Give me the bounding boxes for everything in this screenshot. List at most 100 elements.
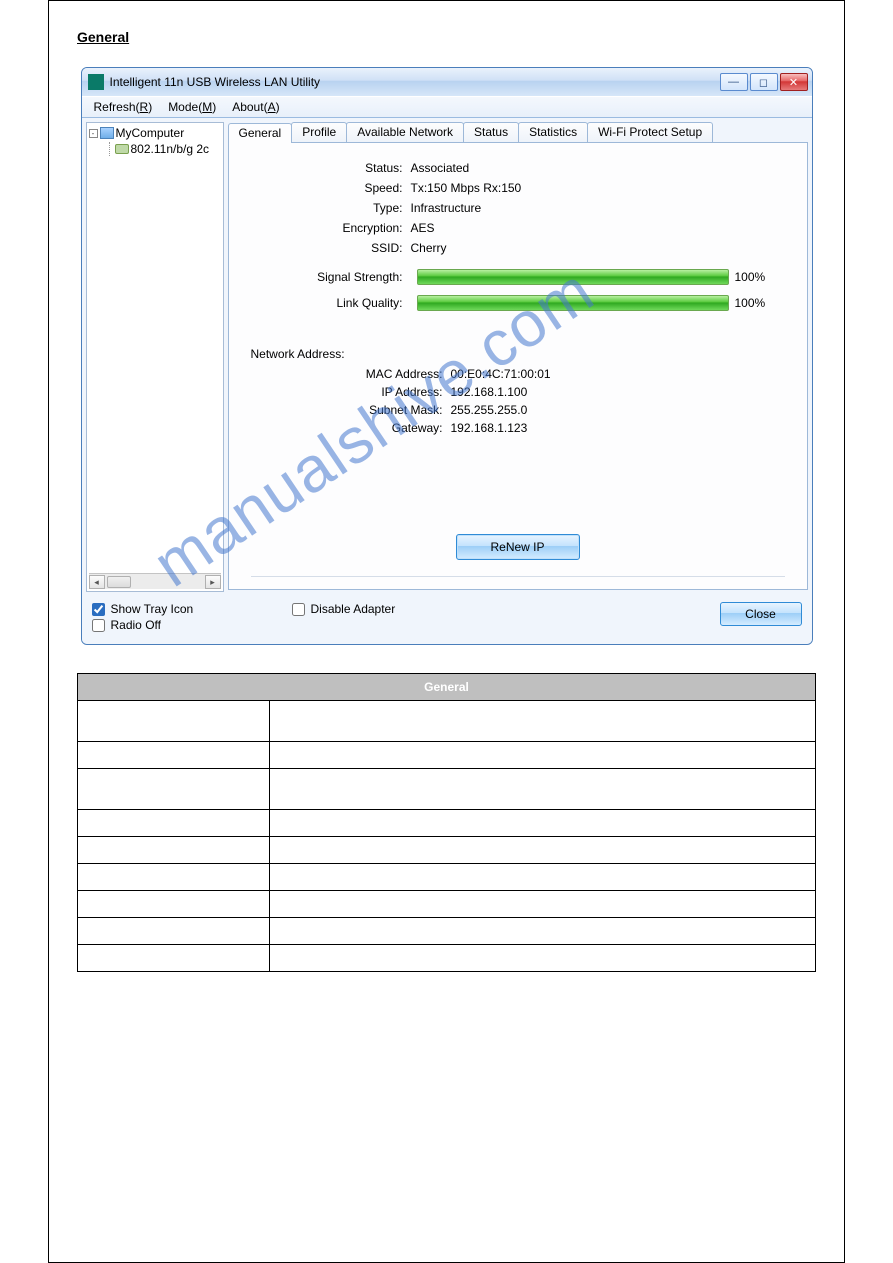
type-value: Infrastructure xyxy=(411,201,785,215)
show-tray-checkbox[interactable]: Show Tray Icon xyxy=(92,602,292,616)
tree-pane: - MyComputer 802.11n/b/g 2c ◂ ▸ xyxy=(86,122,224,592)
menu-about-hot: A xyxy=(268,100,276,114)
table-row: SSIDShows the SSID (network name) of the… xyxy=(78,837,816,864)
table-cell-value: Shows the link quality of the wireless c… xyxy=(269,891,815,918)
renew-ip-button[interactable]: ReNew IP xyxy=(456,534,580,560)
radio-off-input[interactable] xyxy=(92,619,105,632)
type-label: Type: xyxy=(251,201,411,215)
tab-statistics[interactable]: Statistics xyxy=(518,122,588,142)
ssid-value: Cherry xyxy=(411,241,785,255)
maximize-button[interactable]: ◻ xyxy=(750,73,778,91)
table-cell-key: Status xyxy=(78,701,270,742)
table-row: EncryptionShows the encryption type curr… xyxy=(78,810,816,837)
app-icon xyxy=(88,74,104,90)
scroll-left-arrow-icon[interactable]: ◂ xyxy=(89,575,105,589)
table-row: TypeNetwork type in use — Infrastructure… xyxy=(78,769,816,810)
section-heading: General xyxy=(77,29,816,45)
table-row: Link QualityShows the link quality of th… xyxy=(78,891,816,918)
table-row: ReNew IPClick this button to release and… xyxy=(78,945,816,972)
table-cell-value: Network type in use — Infrastructure mod… xyxy=(269,769,815,810)
table-row: Network AddressShows the MAC address, IP… xyxy=(78,918,816,945)
table-cell-value: Shows the encryption type currently in u… xyxy=(269,810,815,837)
link-quality-label: Link Quality: xyxy=(251,296,411,310)
scroll-thumb[interactable] xyxy=(107,576,131,588)
table-cell-key: Speed xyxy=(78,742,270,769)
menu-mode[interactable]: Mode(M) xyxy=(160,100,224,114)
title-bar[interactable]: Intelligent 11n USB Wireless LAN Utility… xyxy=(82,68,812,96)
status-label: Status: xyxy=(251,161,411,175)
table-cell-key: Type xyxy=(78,769,270,810)
expander-icon[interactable]: - xyxy=(89,129,98,138)
tree-connector xyxy=(109,142,110,156)
bottom-bar: Show Tray Icon Radio Off Disable Adapter… xyxy=(82,596,812,644)
close-button[interactable]: Close xyxy=(720,602,802,626)
table-cell-key: Encryption xyxy=(78,810,270,837)
tab-profile[interactable]: Profile xyxy=(291,122,347,142)
speed-label: Speed: xyxy=(251,181,411,195)
table-cell-key: Network Address xyxy=(78,918,270,945)
table-cell-value: Shows the received signal strength as a … xyxy=(269,864,815,891)
table-cell-value: Shows the current transmit (Tx) and rece… xyxy=(269,742,815,769)
panel-divider xyxy=(251,576,785,577)
table-cell-value: Click this button to release and renew t… xyxy=(269,945,815,972)
table-cell-value: Shows status information about the wirel… xyxy=(269,701,815,742)
gateway-value: 192.168.1.123 xyxy=(451,421,785,435)
table-row: StatusShows status information about the… xyxy=(78,701,816,742)
ssid-label: SSID: xyxy=(251,241,411,255)
tree-scrollbar[interactable]: ◂ ▸ xyxy=(89,573,221,589)
app-window: Intelligent 11n USB Wireless LAN Utility… xyxy=(81,67,813,645)
tree-root-label: MyComputer xyxy=(116,126,185,140)
table-cell-value: Shows the SSID (network name) of the ass… xyxy=(269,837,815,864)
disable-adapter-input[interactable] xyxy=(292,603,305,616)
disable-adapter-label: Disable Adapter xyxy=(311,602,396,616)
show-tray-label: Show Tray Icon xyxy=(111,602,194,616)
radio-off-checkbox[interactable]: Radio Off xyxy=(92,618,292,632)
link-quality-bar xyxy=(417,295,729,311)
tab-status[interactable]: Status xyxy=(463,122,519,142)
tab-wps[interactable]: Wi-Fi Protect Setup xyxy=(587,122,713,142)
subnet-value: 255.255.255.0 xyxy=(451,403,785,417)
radio-off-label: Radio Off xyxy=(111,618,161,632)
scroll-right-arrow-icon[interactable]: ▸ xyxy=(205,575,221,589)
speed-value: Tx:150 Mbps Rx:150 xyxy=(411,181,785,195)
window-close-button[interactable]: ✕ xyxy=(780,73,808,91)
tab-panel-general: Status: Associated Speed: Tx:150 Mbps Rx… xyxy=(228,142,808,590)
tab-general[interactable]: General xyxy=(228,123,293,143)
signal-strength-label: Signal Strength: xyxy=(251,270,411,284)
signal-strength-bar xyxy=(417,269,729,285)
menu-refresh[interactable]: Refresh(R) xyxy=(86,100,161,114)
table-cell-value: Shows the MAC address, IP address, subne… xyxy=(269,918,815,945)
ip-value: 192.168.1.100 xyxy=(451,385,785,399)
menu-about[interactable]: About(A) xyxy=(224,100,287,114)
tree-root-node[interactable]: - MyComputer xyxy=(89,125,221,141)
link-quality-pct: 100% xyxy=(735,296,785,310)
menu-refresh-hot: R xyxy=(140,100,149,114)
menu-about-pre: About( xyxy=(232,100,267,114)
table-cell-key: ReNew IP xyxy=(78,945,270,972)
minimize-button[interactable]: — xyxy=(720,73,748,91)
window-title: Intelligent 11n USB Wireless LAN Utility xyxy=(110,75,321,89)
tree-adapter-node[interactable]: 802.11n/b/g 2c xyxy=(105,141,221,157)
tree-adapter-label: 802.11n/b/g 2c xyxy=(131,142,210,156)
signal-strength-pct: 100% xyxy=(735,270,785,284)
table-cell-key: Signal Strength xyxy=(78,864,270,891)
menu-refresh-pre: Refresh( xyxy=(94,100,140,114)
subnet-label: Subnet Mask: xyxy=(251,403,451,417)
disable-adapter-checkbox[interactable]: Disable Adapter xyxy=(292,602,702,616)
adapter-icon xyxy=(115,142,129,156)
menu-about-post: ) xyxy=(276,100,280,114)
status-value: Associated xyxy=(411,161,785,175)
menu-mode-hot: M xyxy=(202,100,212,114)
gateway-label: Gateway: xyxy=(251,421,451,435)
menu-bar: Refresh(R) Mode(M) About(A) xyxy=(82,96,812,118)
table-cell-key: Link Quality xyxy=(78,891,270,918)
mac-label: MAC Address: xyxy=(251,367,451,381)
menu-refresh-post: ) xyxy=(148,100,152,114)
tab-available-network[interactable]: Available Network xyxy=(346,122,464,142)
tab-bar: General Profile Available Network Status… xyxy=(228,122,808,142)
ip-label: IP Address: xyxy=(251,385,451,399)
table-header: General xyxy=(78,674,816,701)
menu-mode-pre: Mode( xyxy=(168,100,202,114)
menu-mode-post: ) xyxy=(212,100,216,114)
show-tray-input[interactable] xyxy=(92,603,105,616)
